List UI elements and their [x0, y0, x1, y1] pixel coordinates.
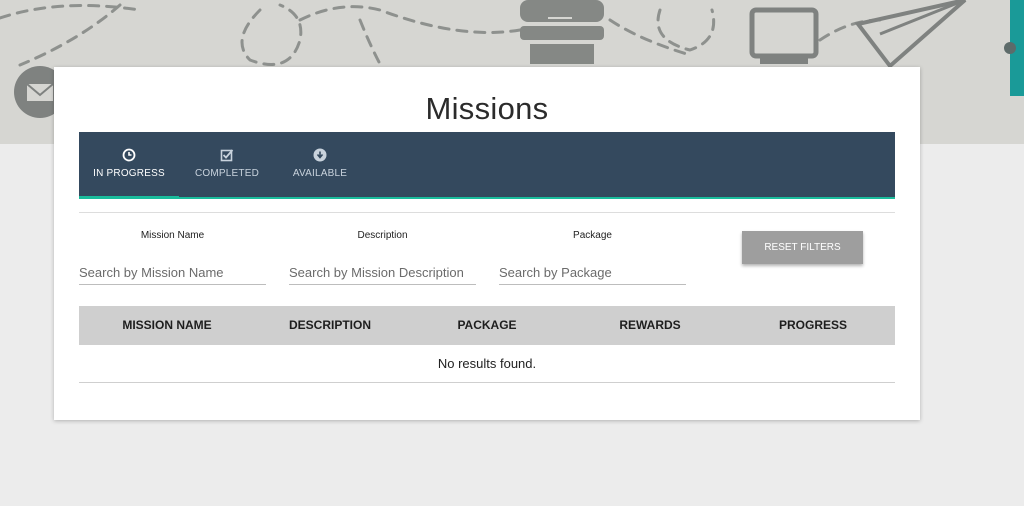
monitor-icon: [749, 7, 819, 64]
mission-name-search-input[interactable]: [79, 261, 266, 285]
tab-completed[interactable]: COMPLETED: [189, 132, 265, 199]
package-filter: Package: [499, 230, 686, 285]
drum-icon: [520, 0, 604, 64]
page-title: Missions: [425, 91, 549, 126]
download-circle-icon: [313, 148, 327, 162]
mission-tabs: IN PROGRESS COMPLETED AVAILABLE: [79, 132, 895, 199]
description-filter-label: Description: [357, 230, 408, 241]
column-header-package[interactable]: PACKAGE: [407, 306, 567, 345]
description-filter: Description: [289, 230, 476, 285]
tab-available[interactable]: AVAILABLE: [284, 132, 356, 199]
tab-label: IN PROGRESS: [93, 168, 165, 179]
column-header-progress[interactable]: PROGRESS: [733, 306, 893, 345]
tab-label: AVAILABLE: [292, 168, 348, 179]
clock-icon: [122, 148, 136, 162]
tab-in-progress[interactable]: IN PROGRESS: [79, 132, 179, 199]
mission-name-filter-label: Mission Name: [140, 230, 205, 241]
missions-card: Missions IN PROGRESS COMPLETED AVAILABLE: [54, 67, 920, 420]
column-header-description[interactable]: DESCRIPTION: [250, 306, 410, 345]
description-search-input[interactable]: [289, 261, 476, 285]
divider: [79, 212, 895, 213]
checkbox-icon: [220, 149, 234, 162]
column-header-rewards[interactable]: REWARDS: [570, 306, 730, 345]
table-header: MISSION NAME DESCRIPTION PACKAGE REWARDS…: [79, 306, 895, 345]
mission-name-filter: Mission Name: [79, 230, 266, 285]
column-header-mission-name[interactable]: MISSION NAME: [87, 306, 247, 345]
paper-plane-icon: [854, 0, 967, 69]
reset-filters-button[interactable]: RESET FILTERS: [742, 231, 863, 264]
empty-results-message: No results found.: [79, 345, 895, 383]
tab-label: COMPLETED: [194, 168, 260, 179]
package-search-input[interactable]: [499, 261, 686, 285]
package-filter-label: Package: [573, 230, 612, 241]
tabbar-accent-line: [79, 197, 895, 199]
